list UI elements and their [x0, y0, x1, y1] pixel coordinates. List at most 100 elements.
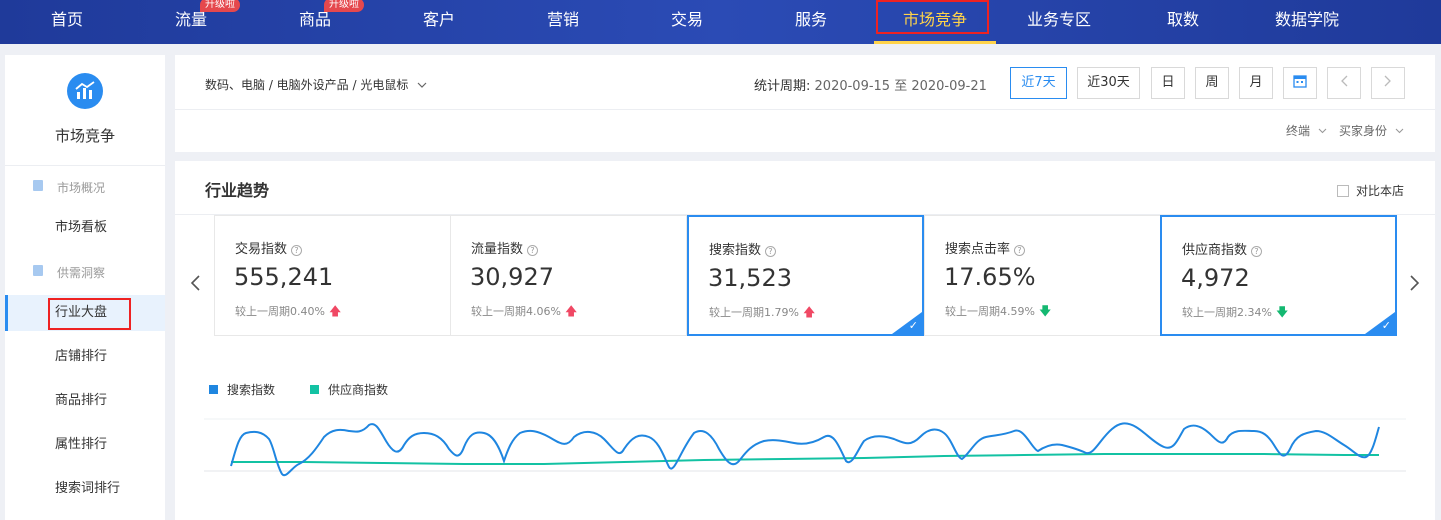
- sidebar-item-product-ranking[interactable]: 商品排行: [5, 383, 165, 419]
- cards-prev-button[interactable]: [189, 273, 201, 297]
- trend-line-chart: [204, 418, 1406, 477]
- legend-item[interactable]: 搜索指数: [209, 381, 275, 398]
- help-icon[interactable]: ?: [1251, 246, 1263, 257]
- nav-item[interactable]: 业务专区: [1004, 0, 1114, 44]
- arrow-up-icon: 🡅: [802, 305, 816, 319]
- sidebar-group-supply-demand: 供需洞察: [33, 264, 105, 281]
- metric-card[interactable]: 搜索点击率? 17.65% 较上一周期4.59% 🡇: [924, 215, 1161, 336]
- sidebar-title: 市场竞争: [54, 127, 115, 145]
- nav-item[interactable]: 取数: [1128, 0, 1238, 44]
- nav-item-label: 服务: [794, 10, 827, 29]
- period-display: 统计周期: 2020-09-15 至 2020-09-21: [754, 75, 987, 94]
- chevron-down-icon: [417, 82, 427, 88]
- nav-item[interactable]: 首页: [12, 0, 122, 44]
- upgrade-badge: 升级啦: [200, 0, 240, 12]
- arrow-down-icon: 🡇: [1275, 305, 1289, 319]
- cards-next-button[interactable]: [1409, 273, 1421, 297]
- nav-item-label: 数据学院: [1274, 10, 1339, 29]
- sidebar-group-market-overview: 市场概况: [33, 179, 105, 196]
- range-week-button[interactable]: 周: [1195, 67, 1229, 99]
- prev-period-button[interactable]: [1327, 67, 1361, 99]
- chevron-right-icon: [1384, 75, 1391, 87]
- upgrade-badge: 升级啦: [324, 0, 364, 12]
- nav-item[interactable]: 流量 升级啦: [136, 0, 246, 44]
- arrow-up-icon: 🡅: [328, 304, 342, 318]
- legend-swatch: [209, 385, 218, 394]
- metric-card[interactable]: 交易指数? 555,241 较上一周期0.40% 🡅: [214, 215, 451, 336]
- help-icon[interactable]: ?: [1014, 245, 1026, 256]
- metric-compare: 较上一周期1.79% 🡅: [709, 305, 816, 319]
- help-icon[interactable]: ?: [765, 246, 777, 257]
- metric-value: 555,241: [234, 263, 334, 291]
- nav-item[interactable]: 营销: [508, 0, 618, 44]
- calendar-icon: [1293, 75, 1307, 88]
- metric-compare: 较上一周期4.59% 🡇: [945, 304, 1052, 318]
- highlight-box-nav: [876, 0, 989, 34]
- nav-item-label: 流量: [174, 10, 207, 29]
- chevron-right-icon: [1410, 275, 1420, 291]
- metric-value: 30,927: [470, 263, 554, 291]
- sidebar-item-search-term-ranking[interactable]: 搜索词排行: [5, 471, 165, 507]
- divider: [5, 165, 165, 166]
- arrow-up-icon: 🡅: [564, 304, 578, 318]
- nav-item-label: 业务专区: [1026, 10, 1091, 29]
- sidebar-item-shop-ranking[interactable]: 店铺排行: [5, 339, 165, 375]
- chevron-down-icon: [1318, 128, 1327, 134]
- checkbox-icon[interactable]: [1337, 185, 1349, 197]
- range-day-button[interactable]: 日: [1151, 67, 1185, 99]
- nav-item-label: 首页: [50, 10, 83, 29]
- help-icon[interactable]: ?: [527, 245, 539, 256]
- metric-card[interactable]: 供应商指数? 4,972 较上一周期2.34% 🡇 ✓: [1160, 215, 1397, 336]
- compare-own-shop-checkbox[interactable]: 对比本店: [1337, 182, 1404, 199]
- nav-item-label: 客户: [422, 10, 455, 29]
- checkmark-icon: ✓: [908, 319, 918, 332]
- metric-label: 供应商指数?: [1182, 239, 1263, 258]
- metric-label: 流量指数?: [471, 238, 539, 257]
- range-7-days-button[interactable]: 近7天: [1010, 67, 1067, 99]
- market-chart-icon: [67, 73, 103, 109]
- help-icon[interactable]: ?: [291, 245, 303, 256]
- metric-card[interactable]: 流量指数? 30,927 较上一周期4.06% 🡅: [450, 215, 687, 336]
- nav-item[interactable]: 商品 升级啦: [260, 0, 370, 44]
- nav-item-label: 商品: [298, 10, 331, 29]
- next-period-button[interactable]: [1371, 67, 1405, 99]
- period-label: 统计周期:: [754, 79, 811, 94]
- nav-item[interactable]: 服务: [756, 0, 866, 44]
- terminal-dropdown[interactable]: 终端: [1286, 122, 1327, 139]
- metric-value: 4,972: [1181, 264, 1250, 292]
- nav-item[interactable]: 客户: [384, 0, 494, 44]
- chevron-left-icon: [190, 275, 200, 291]
- filter-panel: 数码、电脑 / 电脑外设产品 / 光电鼠标 统计周期: 2020-09-15 至…: [175, 55, 1435, 152]
- sidebar-item-market-board[interactable]: 市场看板: [5, 210, 165, 246]
- category-breadcrumb[interactable]: 数码、电脑 / 电脑外设产品 / 光电鼠标: [205, 76, 427, 93]
- divider: [175, 109, 1435, 110]
- nav-item-label: 交易: [670, 10, 703, 29]
- nav-item[interactable]: 交易: [632, 0, 742, 44]
- active-nav-underline: [874, 41, 996, 44]
- calendar-button[interactable]: [1283, 67, 1317, 99]
- metric-label: 搜索指数?: [709, 239, 777, 258]
- metric-compare: 较上一周期0.40% 🡅: [235, 304, 342, 318]
- nav-item-label: 营销: [546, 10, 579, 29]
- range-month-button[interactable]: 月: [1239, 67, 1273, 99]
- document-icon: [33, 180, 43, 191]
- section-title: 行业趋势: [205, 181, 270, 200]
- metric-card[interactable]: 搜索指数? 31,523 较上一周期1.79% 🡅 ✓: [687, 215, 924, 336]
- metric-label: 搜索点击率?: [945, 238, 1026, 257]
- supplier-index-line: [231, 453, 1379, 465]
- buyer-identity-dropdown[interactable]: 买家身份: [1339, 122, 1404, 139]
- trend-panel: 行业趋势 对比本店 交易指数? 555,241 较上一周期0.40% 🡅 流量指数? 30…: [175, 161, 1435, 520]
- legend-item[interactable]: 供应商指数: [310, 381, 388, 398]
- nav-item-label: 取数: [1166, 10, 1199, 29]
- metric-value: 17.65%: [944, 263, 1036, 291]
- metric-compare: 较上一周期4.06% 🡅: [471, 304, 578, 318]
- period-dates: 2020-09-15 至 2020-09-21: [814, 79, 987, 94]
- sidebar-item-attribute-ranking[interactable]: 属性排行: [5, 427, 165, 463]
- metric-compare: 较上一周期2.34% 🡇: [1182, 305, 1289, 319]
- legend-swatch: [310, 385, 319, 394]
- highlight-box-sidebar: [48, 298, 131, 330]
- search-index-line: [230, 422, 1380, 477]
- metric-label: 交易指数?: [235, 238, 303, 257]
- nav-item[interactable]: 数据学院: [1252, 0, 1362, 44]
- range-30-days-button[interactable]: 近30天: [1077, 67, 1140, 99]
